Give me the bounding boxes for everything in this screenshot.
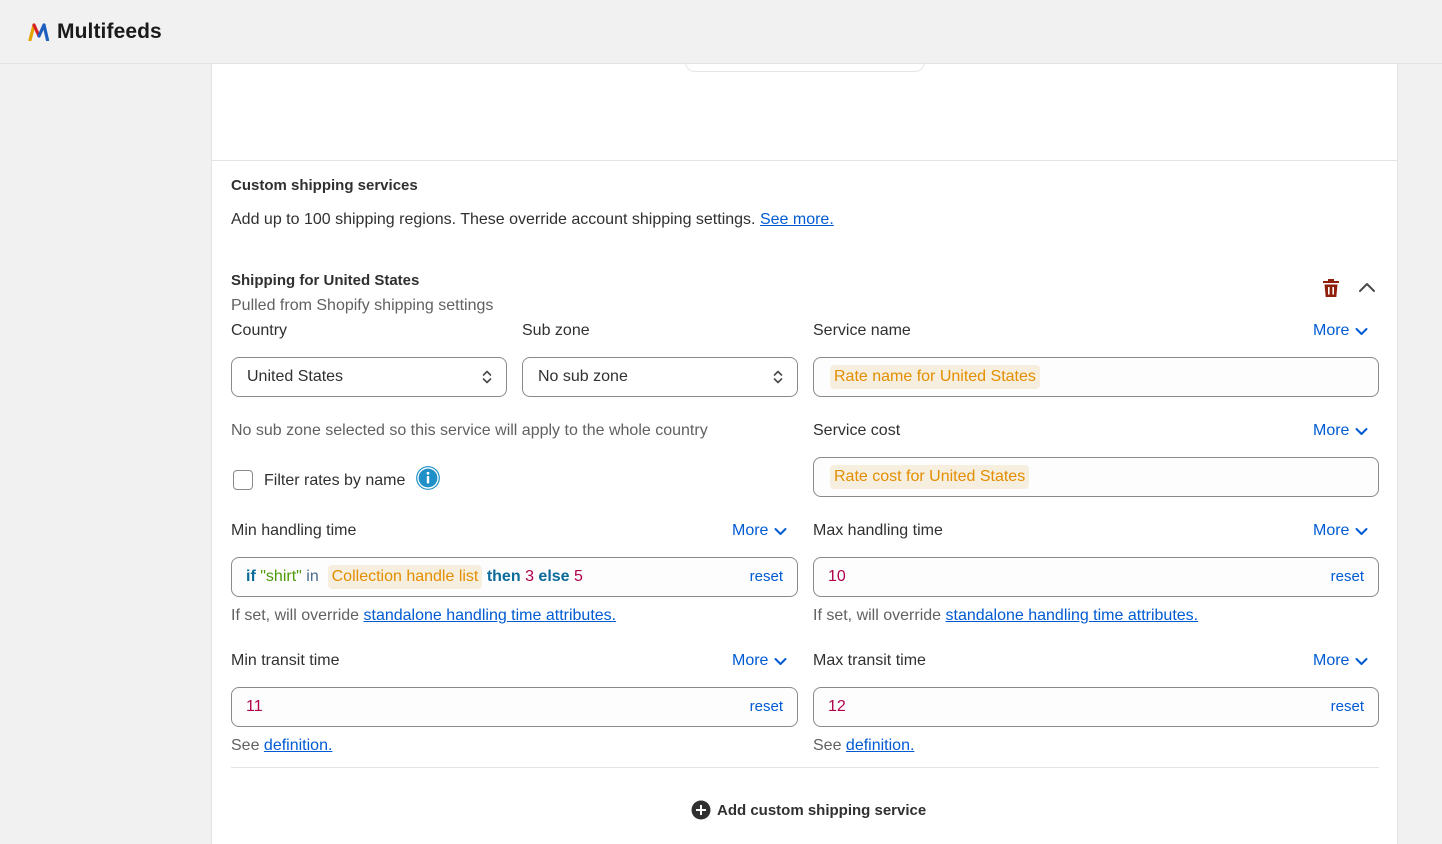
min-handling-note: If set, will override standalone handlin… [231,607,616,625]
min-transit-reset[interactable]: reset [750,698,783,715]
chevron-down-icon [1355,657,1368,665]
more-label: More [1313,522,1350,539]
info-icon[interactable] [416,466,440,490]
min-handling-more[interactable]: More [732,522,787,540]
sub-zone-select[interactable]: No sub zone [522,357,798,397]
note-prefix: If set, will override [813,607,942,624]
chevron-down-icon [1355,427,1368,435]
country-select[interactable]: United States [231,357,507,397]
filter-rates-checkbox[interactable] [233,470,253,490]
max-handling-more[interactable]: More [1313,522,1368,540]
service-name-input[interactable]: Rate name for United States [813,357,1379,397]
max-handling-value: 10 [828,568,846,585]
expr-else: else [538,568,570,585]
chevron-down-icon [774,657,787,665]
max-transit-note: See definition. [813,737,914,755]
select-arrows-icon [773,370,783,384]
service-cost-chip: Rate cost for United States [830,465,1030,489]
expr-else-value: 5 [574,568,583,585]
sub-zone-select-value: No sub zone [538,368,628,385]
multifeeds-logo-icon [28,22,50,41]
min-handling-label: Min handling time [231,522,357,539]
expr-in: in [306,568,319,585]
service-name-chip: Rate name for United States [830,365,1040,389]
service-divider [231,767,1379,768]
section-divider [212,160,1397,161]
chevron-up-icon[interactable] [1358,282,1376,293]
min-transit-value: 11 [246,698,263,715]
sub-zone-note: No sub zone selected so this service wil… [231,422,708,439]
min-handling-input[interactable]: if "shirt" in Collection handle list the… [231,557,798,597]
section-description: Add up to 100 shipping regions. These ov… [231,211,834,229]
min-transit-label: Min transit time [231,652,340,669]
expr-if: if [246,568,256,585]
country-label: Country [231,322,288,339]
more-label: More [732,652,769,669]
max-handling-input[interactable]: 10 reset [813,557,1379,597]
more-label: More [1313,422,1350,439]
definition-link[interactable]: definition. [264,737,333,754]
service-subtitle: Pulled from Shopify shipping settings [231,297,494,314]
section-description-text: Add up to 100 shipping regions. These ov… [231,211,756,228]
service-cost-more[interactable]: More [1313,422,1368,440]
max-handling-reset[interactable]: reset [1331,568,1364,585]
min-transit-input[interactable]: 11 reset [231,687,798,727]
sub-zone-label: Sub zone [522,322,590,339]
max-transit-reset[interactable]: reset [1331,698,1364,715]
expr-string: "shirt" [260,568,302,585]
collection-handle-chip: Collection handle list [327,565,483,589]
service-cost-label: Service cost [813,422,901,439]
expr-then-value: 3 [525,568,534,585]
note-prefix: See [231,737,260,754]
country-select-value: United States [247,368,344,385]
max-transit-input[interactable]: 12 reset [813,687,1379,727]
service-name-label: Service name [813,322,911,339]
max-transit-label: Max transit time [813,652,926,669]
more-label: More [732,522,769,539]
min-handling-reset[interactable]: reset [750,568,783,585]
note-prefix: See [813,737,842,754]
max-handling-label: Max handling time [813,522,943,539]
min-transit-more[interactable]: More [732,652,787,670]
min-transit-note: See definition. [231,737,332,755]
standalone-handling-link[interactable]: standalone handling time attributes. [364,607,617,624]
select-arrows-icon [482,370,492,384]
chevron-down-icon [774,527,787,535]
service-cost-input[interactable]: Rate cost for United States [813,457,1379,497]
definition-link[interactable]: definition. [846,737,915,754]
max-transit-value: 12 [828,698,846,715]
see-more-link[interactable]: See more. [760,211,834,228]
note-prefix: If set, will override [231,607,360,624]
add-button-label: Add custom shipping service [717,801,927,819]
brand-name: Multifeeds [57,19,162,43]
more-label: More [1313,652,1350,669]
trash-icon[interactable] [1322,278,1340,298]
service-title: Shipping for United States [231,272,420,289]
collapsed-control [685,62,925,72]
chevron-down-icon [1355,327,1368,335]
top-bar: Multifeeds [0,0,1442,64]
section-title: Custom shipping services [231,177,418,194]
more-label: More [1313,322,1350,339]
add-custom-shipping-service-button[interactable]: Add custom shipping service [691,800,926,820]
max-transit-more[interactable]: More [1313,652,1368,670]
service-name-more[interactable]: More [1313,322,1368,340]
standalone-handling-link[interactable]: standalone handling time attributes. [946,607,1199,624]
plus-circle-icon [691,800,711,820]
expr-then: then [486,568,521,585]
max-handling-note: If set, will override standalone handlin… [813,607,1198,625]
filter-rates-label: Filter rates by name [264,472,406,489]
chevron-down-icon [1355,527,1368,535]
shipping-card: Custom shipping services Add up to 100 s… [211,62,1398,844]
